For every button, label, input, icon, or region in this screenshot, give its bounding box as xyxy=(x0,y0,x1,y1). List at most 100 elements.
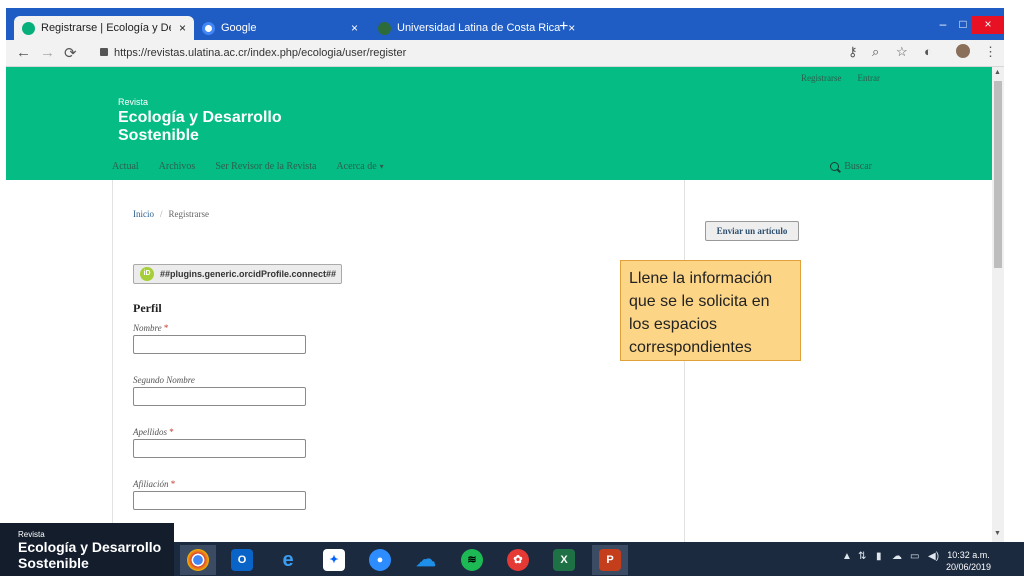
brand-small: Revista xyxy=(118,97,149,107)
google-favicon-icon xyxy=(202,21,215,35)
back-icon[interactable]: ← xyxy=(16,44,31,61)
outlook-icon: O xyxy=(231,549,253,571)
taskbar-outlook[interactable]: O xyxy=(224,545,260,575)
user-links: Registrarse Entrar xyxy=(801,73,880,83)
spotify-icon: ≋ xyxy=(461,549,483,571)
chevron-down-icon: ▾ xyxy=(379,162,384,171)
label-text: Segundo Nombre xyxy=(133,375,195,385)
menu-icon[interactable]: ⋮ xyxy=(984,44,997,60)
excel-icon: X xyxy=(553,549,575,571)
clock-time: 10:32 a.m. xyxy=(947,550,990,560)
label-text: Nombre xyxy=(133,323,162,333)
apellidos-input[interactable] xyxy=(133,439,306,458)
scroll-down-icon[interactable]: ▼ xyxy=(994,530,1001,537)
url-field[interactable]: https://revistas.ulatina.ac.cr/index.php… xyxy=(96,43,886,63)
required-marker: * xyxy=(163,323,169,333)
field-label-afiliacion: Afiliación * xyxy=(133,479,175,489)
register-link[interactable]: Registrarse xyxy=(801,73,842,83)
field-label-segundo-nombre: Segundo Nombre xyxy=(133,375,195,385)
edge-icon: e xyxy=(282,549,294,571)
nav-item-actual[interactable]: Actual xyxy=(112,161,139,172)
chrome-icon xyxy=(187,549,209,571)
taskbar-edge[interactable]: e xyxy=(270,545,306,575)
display-tray-icon[interactable]: ▭ xyxy=(910,551,919,562)
network-tray-icon[interactable]: ⇅ xyxy=(858,551,866,562)
taskbar-spotify[interactable]: ≋ xyxy=(454,545,490,575)
url-text: https://revistas.ulatina.ac.cr/index.php… xyxy=(114,47,407,59)
field-label-nombre: Nombre * xyxy=(133,323,168,333)
orcid-connect-button[interactable]: iD ##plugins.generic.orcidProfile.connec… xyxy=(133,264,342,284)
label-text: Afiliación xyxy=(133,479,169,489)
nombre-input[interactable] xyxy=(133,335,306,354)
submit-article-button[interactable]: Enviar un artículo xyxy=(705,221,799,241)
zoom-icon[interactable]: ⌕ xyxy=(872,44,879,60)
nav-item-revisor[interactable]: Ser Revisor de la Revista xyxy=(215,161,316,172)
required-marker: * xyxy=(170,479,176,489)
profile-icon[interactable] xyxy=(956,44,970,58)
taskbar-powerpoint[interactable]: P xyxy=(592,545,628,575)
instruction-callout: Llene la información que se le solicita … xyxy=(620,260,801,361)
breadcrumb-separator: / xyxy=(160,209,163,219)
journal-logo-overlay: Revista Ecología y Desarrollo Sostenible xyxy=(0,523,174,576)
search-icon xyxy=(830,162,840,171)
dropbox-icon: ✦ xyxy=(323,549,345,571)
tab-ulatina[interactable]: Universidad Latina de Costa Rica × xyxy=(370,16,575,40)
overlay-title: Ecología y Desarrollo Sostenible xyxy=(18,539,162,571)
tab-google[interactable]: Google × xyxy=(194,16,366,40)
zoom-icon: ● xyxy=(369,549,391,571)
nav-item-acerca[interactable]: Acerca de ▾ xyxy=(336,161,383,172)
section-title: Perfil xyxy=(133,301,162,315)
brand-title[interactable]: Ecología y Desarrollo Sostenible xyxy=(118,109,318,145)
system-clock[interactable]: 10:32 a.m. 20/06/2019 xyxy=(946,549,991,573)
page-scrollbar[interactable]: ▲ ▼ xyxy=(992,67,1004,542)
new-tab-button[interactable]: + xyxy=(559,18,568,36)
key-icon[interactable]: ⚷ xyxy=(848,44,858,60)
taskbar-chrome[interactable] xyxy=(180,545,216,575)
star-icon[interactable]: ☆ xyxy=(896,44,908,60)
tab-close-icon[interactable]: × xyxy=(343,21,358,35)
label-text: Apellidos xyxy=(133,427,167,437)
tab-label: Registrarse | Ecología y Desarrollo xyxy=(41,22,171,34)
overlay-small-text: Revista xyxy=(18,530,45,539)
scroll-thumb[interactable] xyxy=(994,81,1002,268)
main-content: Inicio / Registrarse iD ##plugins.generic.… xyxy=(112,180,685,542)
taskbar-zoom[interactable]: ● xyxy=(362,545,398,575)
volume-tray-icon[interactable]: ◀) xyxy=(928,551,939,562)
search-label: Buscar xyxy=(844,161,872,172)
clock-date: 20/06/2019 xyxy=(946,562,992,572)
tray-overflow-icon[interactable]: ▲ xyxy=(842,551,852,562)
breadcrumb: Inicio / Registrarse xyxy=(133,209,209,219)
field-label-apellidos: Apellidos * xyxy=(133,427,174,437)
reload-icon[interactable]: ⟳ xyxy=(64,44,77,62)
tab-label: Universidad Latina de Costa Rica xyxy=(397,22,561,34)
onedrive-icon: ☁ xyxy=(416,549,436,571)
afiliacion-input[interactable] xyxy=(133,491,306,510)
nav-item-label: Acerca de xyxy=(336,161,377,172)
scroll-up-icon[interactable]: ▲ xyxy=(994,69,1001,76)
battery-tray-icon[interactable]: ▮ xyxy=(876,551,882,562)
forward-icon[interactable]: → xyxy=(40,44,55,61)
login-link[interactable]: Entrar xyxy=(858,73,881,83)
nav-item-archivos[interactable]: Archivos xyxy=(159,161,196,172)
tab-registrarse[interactable]: Registrarse | Ecología y Desarrollo × xyxy=(14,16,194,40)
taskbar-huawei[interactable]: ✿ xyxy=(500,545,536,575)
cloud-tray-icon[interactable]: ☁ xyxy=(892,551,902,562)
powerpoint-icon: P xyxy=(599,549,621,571)
segundo-nombre-input[interactable] xyxy=(133,387,306,406)
breadcrumb-home[interactable]: Inicio xyxy=(133,209,154,219)
browser-titlebar: Registrarse | Ecología y Desarrollo × Go… xyxy=(6,8,1004,40)
close-window-button[interactable]: × xyxy=(972,16,1004,34)
taskbar-onedrive[interactable]: ☁ xyxy=(408,545,444,575)
lock-icon xyxy=(100,48,108,56)
tab-close-icon[interactable]: × xyxy=(171,21,186,35)
ulatina-favicon-icon xyxy=(378,21,391,35)
search-link[interactable]: Buscar xyxy=(830,161,872,172)
breadcrumb-current: Registrarse xyxy=(168,209,210,219)
extension-icon[interactable]: ◐ xyxy=(924,44,932,59)
taskbar-excel[interactable]: X xyxy=(546,545,582,575)
orcid-button-label: ##plugins.generic.orcidProfile.connect## xyxy=(160,269,337,279)
required-marker: * xyxy=(169,427,174,437)
taskbar-dropbox[interactable]: ✦ xyxy=(316,545,352,575)
tab-label: Google xyxy=(221,22,257,34)
site-header: Registrarse Entrar Revista Ecología y De… xyxy=(6,67,992,180)
